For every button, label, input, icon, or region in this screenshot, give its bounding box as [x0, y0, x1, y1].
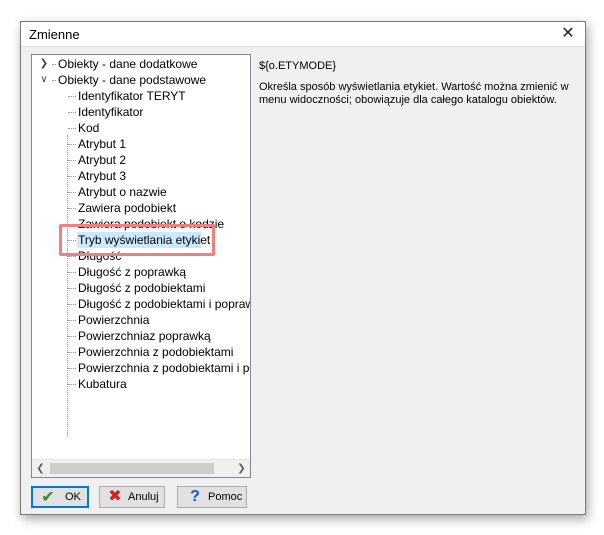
x-icon: ✖ [108, 488, 122, 505]
tree-item[interactable]: Długość [78, 248, 121, 264]
tree-connector [68, 112, 76, 113]
tree-connector [68, 144, 76, 145]
tree-connector [68, 304, 76, 305]
tree-connector [68, 384, 76, 385]
tree-item[interactable]: Powierzchnia [78, 312, 149, 328]
tree-item[interactable]: Powierzchnia z podobiektami i poprawką [78, 360, 250, 376]
tree-connector [68, 224, 76, 225]
ok-button[interactable]: ✔ OK [31, 486, 89, 508]
tree-connector [68, 96, 76, 97]
tree-connector [68, 368, 76, 369]
tree-root-label: Obiekty - dane podstawowe [58, 73, 207, 87]
tree-item[interactable]: Kubatura [78, 376, 127, 392]
tree-item[interactable]: Powierzchniaz poprawką [78, 328, 211, 344]
tree-item[interactable]: Zawiera podobiekt o kodzie [78, 216, 224, 232]
window-title: Zmienne [29, 27, 80, 42]
variable-description: Określa sposób wyświetlania etykiet. War… [259, 81, 569, 106]
help-label: Pomoc [208, 491, 243, 503]
tree-guide-line [67, 135, 68, 437]
chevron-right-icon[interactable]: ❯ [38, 56, 50, 72]
title-bar[interactable]: Zmienne ✕ [21, 22, 585, 47]
question-icon: ? [190, 488, 200, 505]
cancel-button[interactable]: ✖ Anuluj [99, 486, 165, 508]
variable-info-panel: ${o.ETYMODE} Określa sposób wyświetlania… [259, 60, 577, 107]
tree-item[interactable]: Kod [78, 120, 99, 136]
help-button[interactable]: ? Pomoc [177, 486, 247, 508]
tree-connector [68, 208, 76, 209]
variables-tree[interactable]: ❯ Obiekty - dane dodatkowe ∨ Obiekty - dane… [31, 54, 251, 478]
tree-connector [68, 128, 76, 129]
tree-item[interactable]: Długość z podobiektami [78, 280, 205, 296]
variable-code: ${o.ETYMODE} [259, 60, 337, 72]
tree-root-label: Obiekty - dane dodatkowe [58, 57, 198, 71]
ok-label: OK [65, 491, 81, 503]
tree-connector [68, 336, 76, 337]
variables-dialog: Zmienne ✕ ❯ Obiekty - dane dodatkowe ∨ Obie… [20, 21, 586, 515]
tree-item[interactable]: Długość z poprawką [78, 264, 186, 280]
cancel-label: Anuluj [128, 491, 159, 503]
tree-item[interactable]: Atrybut 2 [78, 152, 126, 168]
tree-connector [68, 192, 76, 193]
horizontal-scrollbar[interactable]: ❮ ❯ [32, 459, 250, 477]
tree-connector [52, 64, 56, 65]
tree-connector [68, 288, 76, 289]
tree-item[interactable]: Zawiera podobiekt [78, 200, 176, 216]
tree-item[interactable]: Atrybut 1 [78, 136, 126, 152]
tree-connector [68, 176, 76, 177]
scroll-right-icon[interactable]: ❯ [233, 460, 250, 477]
tree-item[interactable]: Powierzchnia z podobiektami [78, 344, 233, 360]
tree-connector [68, 160, 76, 161]
tree-item[interactable]: Długość z podobiektami i poprawką [78, 296, 250, 312]
close-icon[interactable]: ✕ [557, 24, 579, 44]
tree-connector [68, 240, 76, 241]
chevron-down-icon[interactable]: ∨ [38, 72, 50, 88]
tree-item[interactable]: Atrybut 3 [78, 168, 126, 184]
tree-item-selected[interactable]: Tryb wyświetlania etykiet [78, 232, 210, 248]
tree-item[interactable]: Identyfikator TERYT [78, 88, 186, 104]
tree-item[interactable]: Identyfikator [78, 104, 143, 120]
tree-connector [68, 272, 76, 273]
scroll-left-icon[interactable]: ❮ [32, 460, 49, 477]
tree-item[interactable]: Atrybut o nazwie [78, 184, 167, 200]
tree-connector [52, 80, 56, 81]
scrollbar-thumb[interactable] [50, 463, 214, 474]
check-icon: ✔ [41, 489, 55, 506]
tree-connector [68, 256, 76, 257]
tree-connector [68, 352, 76, 353]
tree-connector [68, 320, 76, 321]
